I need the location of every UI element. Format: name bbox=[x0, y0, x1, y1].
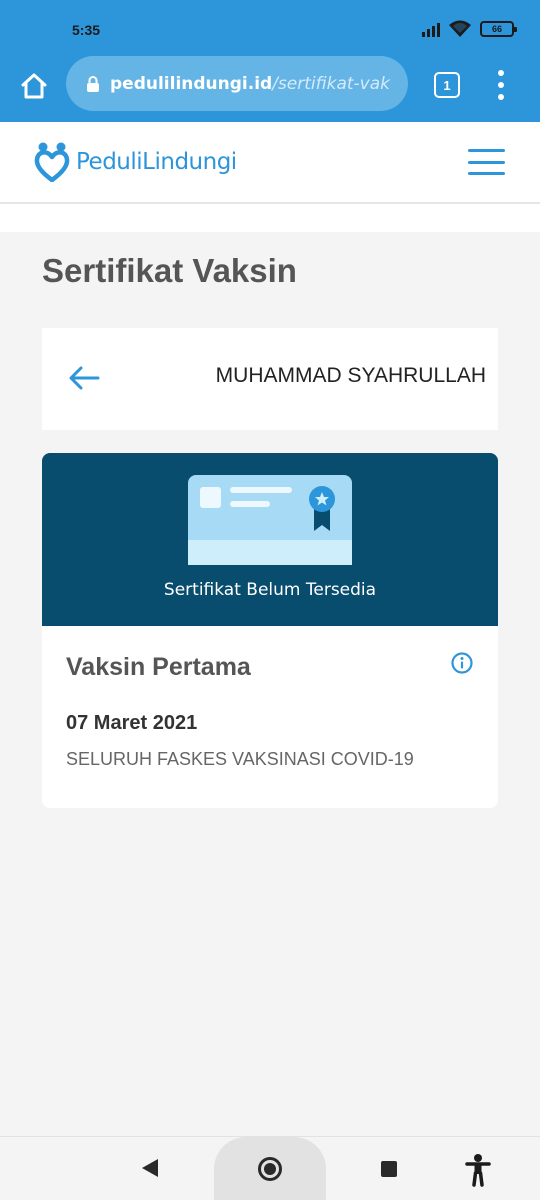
back-button[interactable] bbox=[64, 358, 104, 398]
page-title: Sertifikat Vaksin bbox=[42, 252, 297, 289]
status-icons: 66 bbox=[422, 20, 517, 38]
home-icon[interactable] bbox=[258, 1157, 282, 1181]
lock-icon bbox=[86, 75, 100, 93]
browser-home-button[interactable] bbox=[14, 66, 54, 106]
info-icon[interactable] bbox=[450, 651, 474, 675]
system-nav-bar bbox=[0, 1136, 540, 1200]
browser-menu-button[interactable] bbox=[494, 70, 508, 100]
back-icon[interactable] bbox=[142, 1159, 158, 1177]
certificate-illustration-icon bbox=[188, 475, 352, 565]
vaccine-card[interactable]: Sertifikat Belum Tersedia Vaksin Pertama… bbox=[42, 453, 498, 808]
status-time: 5:35 bbox=[72, 22, 101, 38]
hamburger-menu-button[interactable] bbox=[468, 149, 505, 175]
tab-switcher-button[interactable]: 1 bbox=[434, 72, 460, 98]
battery-icon: 66 bbox=[480, 21, 517, 37]
accessibility-icon[interactable] bbox=[464, 1153, 492, 1187]
site-logo[interactable]: PeduliLindungi bbox=[34, 142, 237, 182]
browser-chrome: 5:35 66 pedulilindungi.id /sertifikat-va… bbox=[0, 0, 540, 122]
person-card: MUHAMMAD SYAHRULLAH bbox=[42, 328, 498, 430]
certificate-status: Sertifikat Belum Tersedia bbox=[163, 580, 377, 600]
wifi-icon bbox=[449, 20, 471, 37]
browser-toolbar: pedulilindungi.id/sertifikat-vak 1 bbox=[0, 54, 540, 122]
dose-title: Vaksin Pertama bbox=[66, 653, 251, 681]
dose-date: 07 Maret 2021 bbox=[66, 712, 198, 734]
home-icon bbox=[21, 73, 47, 99]
url-path: /sertifikat-vak bbox=[272, 73, 391, 94]
certificate-banner: Sertifikat Belum Tersedia bbox=[42, 453, 498, 626]
url-bar[interactable]: pedulilindungi.id/sertifikat-vak bbox=[66, 56, 408, 111]
status-bar: 5:35 66 bbox=[0, 0, 540, 54]
url-host: pedulilindungi.id bbox=[110, 73, 273, 94]
header-spacer bbox=[0, 204, 540, 232]
battery-level: 66 bbox=[491, 24, 502, 34]
dose-location: SELURUH FASKES VAKSINASI COVID-19 bbox=[66, 749, 414, 769]
pedulilindungi-logo-icon bbox=[34, 142, 70, 182]
person-name: MUHAMMAD SYAHRULLAH bbox=[215, 364, 486, 387]
site-header: PeduliLindungi bbox=[0, 122, 540, 204]
logo-text: PeduliLindungi bbox=[76, 149, 237, 175]
recent-apps-icon[interactable] bbox=[381, 1161, 397, 1177]
signal-icon bbox=[422, 21, 440, 37]
arrow-left-icon bbox=[69, 366, 100, 390]
